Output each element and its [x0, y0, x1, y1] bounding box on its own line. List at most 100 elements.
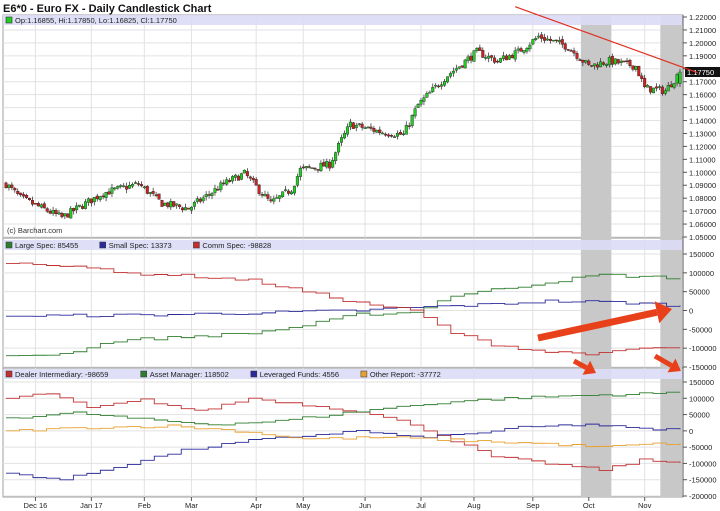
candle-up	[525, 48, 529, 52]
candle-down	[30, 200, 34, 205]
series-line-other-report	[6, 424, 681, 448]
legend-label: Asset Manager: 118502	[150, 370, 229, 379]
candle-up	[354, 125, 358, 129]
candle-up	[466, 56, 470, 61]
candle-up	[513, 50, 517, 60]
y-tick-label: 1.06000	[689, 220, 716, 229]
candle-down	[601, 62, 605, 65]
x-tick-label: Apr	[250, 501, 262, 510]
candle-up	[204, 194, 208, 197]
candle-up	[607, 57, 611, 66]
candle-down	[669, 84, 673, 88]
candle-up	[201, 197, 205, 202]
candle-down	[328, 161, 332, 169]
candle-up	[7, 184, 11, 188]
candle-down	[172, 201, 176, 207]
candle-up	[342, 133, 346, 139]
candle-up	[613, 58, 617, 65]
candle-up	[195, 198, 199, 202]
candle-up	[366, 126, 370, 129]
candle-down	[260, 194, 264, 196]
candle-down	[407, 125, 411, 127]
legend-swatch	[140, 370, 147, 378]
candle-down	[496, 60, 500, 63]
candle-up	[39, 204, 43, 208]
candle-down	[540, 34, 544, 39]
y-tick-label: 100000	[689, 394, 714, 403]
candle-up	[522, 50, 526, 53]
candle-down	[22, 194, 26, 197]
candle-up	[116, 186, 120, 189]
candle-up	[278, 195, 282, 199]
x-tick-label: Mar	[185, 501, 198, 510]
candle-up	[413, 108, 417, 117]
candle-up	[425, 93, 429, 98]
candle-down	[493, 57, 497, 63]
candle-up	[169, 201, 173, 208]
legend-swatch	[5, 370, 13, 378]
candle-down	[569, 50, 573, 52]
candle-up	[634, 66, 638, 70]
candle-up	[348, 121, 352, 128]
candle-down	[245, 171, 249, 177]
candle-up	[395, 132, 399, 137]
candle-up	[51, 210, 55, 214]
x-tick-label: Jul	[416, 501, 426, 510]
candle-up	[445, 76, 449, 83]
candle-down	[60, 212, 64, 218]
candle-down	[390, 135, 394, 137]
candle-up	[599, 61, 603, 68]
legend-label: Other Report: -37772	[370, 370, 441, 379]
candle-down	[307, 166, 311, 168]
candle-up	[325, 161, 329, 168]
candle-down	[631, 65, 635, 70]
candle-down	[166, 202, 170, 208]
candle-up	[448, 73, 452, 77]
candle-up	[404, 124, 408, 135]
legend-swatch	[5, 241, 13, 249]
series-line-large-spec	[6, 273, 681, 357]
candle-down	[139, 184, 143, 187]
candle-down	[257, 184, 261, 194]
x-tick-label: Jun	[359, 501, 371, 510]
candle-down	[563, 43, 567, 50]
x-tick-label: Aug	[467, 501, 480, 510]
candle-up	[663, 90, 667, 94]
y-tick-label: 100000	[689, 269, 714, 278]
candle-up	[192, 202, 196, 207]
candle-up	[537, 35, 541, 38]
candle-up	[528, 44, 532, 50]
candle-up	[443, 81, 447, 86]
candle-down	[460, 65, 464, 68]
candle-down	[95, 195, 99, 200]
candle-down	[154, 194, 158, 196]
candle-down	[510, 54, 514, 59]
candle-up	[619, 60, 623, 63]
y-tick-label: 1.19000	[689, 52, 716, 61]
candle-up	[231, 176, 235, 182]
candle-down	[625, 60, 629, 62]
candle-up	[363, 127, 367, 130]
candle-up	[131, 184, 135, 187]
candle-up	[431, 87, 435, 92]
candle-down	[207, 194, 211, 196]
candle-down	[437, 85, 441, 88]
chart-title: E6*0 - Euro FX - Daily Candlestick Chart	[3, 3, 212, 15]
candle-down	[48, 211, 52, 214]
candle-down	[81, 206, 85, 209]
candle-down	[13, 188, 17, 191]
candle-down	[637, 65, 641, 77]
candle-down	[266, 194, 270, 199]
candle-up	[375, 130, 379, 133]
candle-down	[89, 198, 93, 204]
candle-up	[434, 85, 438, 87]
candle-up	[454, 68, 458, 71]
candle-up	[289, 191, 293, 195]
candle-down	[28, 197, 32, 200]
candle-up	[272, 198, 276, 202]
candle-up	[134, 182, 138, 184]
y-tick-label: 1.22000	[689, 13, 716, 22]
candle-down	[19, 192, 23, 196]
candle-up	[304, 166, 308, 169]
candle-up	[604, 63, 608, 66]
